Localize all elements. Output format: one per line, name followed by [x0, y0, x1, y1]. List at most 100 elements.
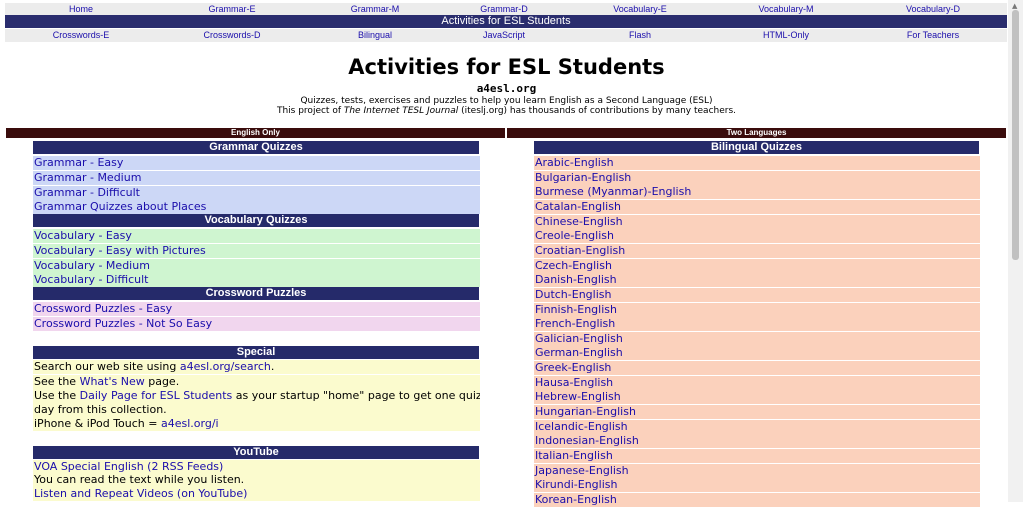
- bilingual-link[interactable]: Czech-English: [535, 259, 612, 272]
- nav-link-second_nav-2[interactable]: Bilingual: [358, 29, 392, 42]
- crossword-not-so-easy-link[interactable]: Crossword Puzzles - Not So Easy: [34, 317, 212, 330]
- bilingual-link[interactable]: Icelandic-English: [535, 420, 628, 433]
- scroll-up-icon[interactable]: ▲: [1012, 2, 1017, 10]
- list-item[interactable]: Hausa-English: [534, 375, 980, 390]
- list-item[interactable]: Danish-English: [534, 273, 980, 288]
- list-item[interactable]: Vocabulary - Easy with Pictures: [33, 244, 480, 258]
- list-item[interactable]: Bulgarian-English: [534, 170, 980, 185]
- grammar-easy-link[interactable]: Grammar - Easy: [34, 156, 123, 169]
- list-item[interactable]: Czech-English: [534, 258, 980, 273]
- text: Search our web site using: [34, 360, 180, 373]
- project-suffix: (iteslj.org) has thousands of contributi…: [458, 106, 737, 116]
- bilingual-link[interactable]: Creole-English: [535, 229, 614, 242]
- list-item[interactable]: Vocabulary - Difficult: [33, 273, 480, 287]
- nav-link-second_nav-1[interactable]: Crosswords-D: [203, 29, 260, 42]
- list-item[interactable]: German-English: [534, 346, 980, 361]
- text: page.: [144, 375, 180, 388]
- special-daily-line: Use the Daily Page for ESL Students as y…: [33, 389, 480, 403]
- scrollbar-thumb[interactable]: [1012, 10, 1019, 260]
- list-item[interactable]: Grammar - Difficult: [33, 186, 480, 200]
- search-link[interactable]: a4esl.org/search: [180, 360, 271, 373]
- whats-new-link[interactable]: What's New: [80, 375, 145, 388]
- bilingual-link[interactable]: Italian-English: [535, 449, 613, 462]
- grammar-difficult-link[interactable]: Grammar - Difficult: [34, 186, 140, 199]
- bilingual-link[interactable]: Danish-English: [535, 273, 617, 286]
- text: See the: [34, 375, 80, 388]
- vocabulary-difficult-link[interactable]: Vocabulary - Difficult: [34, 273, 149, 286]
- list-item[interactable]: Galician-English: [534, 331, 980, 346]
- list-item[interactable]: Hebrew-English: [534, 390, 980, 405]
- list-item[interactable]: French-English: [534, 317, 980, 332]
- list-item[interactable]: Vocabulary - Easy: [33, 229, 480, 243]
- list-item[interactable]: Crossword Puzzles - Easy: [33, 302, 480, 316]
- bilingual-link[interactable]: German-English: [535, 346, 623, 359]
- bilingual-link[interactable]: French-English: [535, 317, 615, 330]
- bilingual-link[interactable]: Catalan-English: [535, 200, 621, 213]
- banner: Activities for ESL Students: [5, 15, 1007, 28]
- page-title: Activities for ESL Students: [348, 55, 665, 79]
- list-item[interactable]: Finnish-English: [534, 302, 980, 317]
- list-item[interactable]: VOA Special English (2 RSS Feeds): [33, 460, 480, 474]
- list-item[interactable]: Crossword Puzzles - Not So Easy: [33, 317, 480, 331]
- list-item[interactable]: Kirundi-English: [534, 478, 980, 493]
- bilingual-link[interactable]: Bulgarian-English: [535, 171, 631, 184]
- vocabulary-medium-link[interactable]: Vocabulary - Medium: [34, 259, 150, 272]
- list-item[interactable]: Grammar Quizzes about Places: [33, 200, 480, 214]
- bilingual-link[interactable]: Chinese-English: [535, 215, 623, 228]
- list-item[interactable]: Greek-English: [534, 361, 980, 376]
- text: .: [270, 360, 275, 373]
- list-item[interactable]: Icelandic-English: [534, 419, 980, 434]
- nav-link-second_nav-5[interactable]: HTML-Only: [763, 29, 809, 42]
- bilingual-link[interactable]: Arabic-English: [535, 156, 614, 169]
- list-item[interactable]: Catalan-English: [534, 199, 980, 214]
- list-item[interactable]: Dutch-English: [534, 287, 980, 302]
- crossword-easy-link[interactable]: Crossword Puzzles - Easy: [34, 302, 172, 315]
- list-item[interactable]: Burmese (Myanmar)-English: [534, 185, 980, 200]
- nav-link-second_nav-3[interactable]: JavaScript: [483, 29, 525, 42]
- list-item[interactable]: Chinese-English: [534, 214, 980, 229]
- column-label-english-only: English Only: [6, 128, 505, 138]
- bilingual-link[interactable]: Greek-English: [535, 361, 611, 374]
- list-item[interactable]: Japanese-English: [534, 463, 980, 478]
- list-item[interactable]: Listen and Repeat Videos (on YouTube): [33, 487, 480, 501]
- grammar-medium-link[interactable]: Grammar - Medium: [34, 171, 141, 184]
- bilingual-link[interactable]: Kirundi-English: [535, 478, 617, 491]
- bilingual-link[interactable]: Finnish-English: [535, 303, 617, 316]
- bilingual-link[interactable]: Japanese-English: [535, 464, 629, 477]
- bilingual-link[interactable]: Hebrew-English: [535, 390, 621, 403]
- bilingual-link[interactable]: Croatian-English: [535, 244, 625, 257]
- daily-page-link[interactable]: Daily Page for ESL Students: [80, 389, 233, 402]
- list-item[interactable]: Vocabulary - Medium: [33, 259, 480, 273]
- column-label-two-languages: Two Languages: [507, 128, 1006, 138]
- list-item[interactable]: Creole-English: [534, 229, 980, 244]
- bilingual-link[interactable]: Indonesian-English: [535, 434, 639, 447]
- list-item[interactable]: Arabic-English: [534, 156, 980, 170]
- list-item[interactable]: Italian-English: [534, 449, 980, 463]
- nav-link-second_nav-4[interactable]: Flash: [629, 29, 651, 42]
- grammar-places-link[interactable]: Grammar Quizzes about Places: [34, 200, 206, 213]
- bilingual-link[interactable]: Korean-English: [535, 493, 617, 506]
- vocabulary-easy-link[interactable]: Vocabulary - Easy: [34, 229, 132, 242]
- iphone-link[interactable]: a4esl.org/i: [161, 417, 219, 430]
- list-item[interactable]: Hungarian-English: [534, 405, 980, 420]
- nav-link-second_nav-0[interactable]: Crosswords-E: [53, 29, 110, 42]
- vocabulary-quizzes-heading: Vocabulary Quizzes: [33, 214, 479, 227]
- list-item[interactable]: Grammar - Easy: [33, 156, 480, 170]
- bilingual-link[interactable]: Hausa-English: [535, 376, 613, 389]
- special-heading: Special: [33, 346, 479, 359]
- scrollbar[interactable]: ▲: [1008, 0, 1023, 502]
- text: as your startup "home" page to get one q…: [232, 389, 480, 402]
- list-item[interactable]: Grammar - Medium: [33, 171, 480, 185]
- list-item[interactable]: Korean-English: [534, 492, 980, 507]
- bilingual-link[interactable]: Dutch-English: [535, 288, 611, 301]
- project-line: This project of The Internet TESL Journa…: [0, 106, 1013, 117]
- listen-repeat-link[interactable]: Listen and Repeat Videos (on YouTube): [34, 487, 247, 500]
- bilingual-link[interactable]: Galician-English: [535, 332, 623, 345]
- list-item[interactable]: Croatian-English: [534, 243, 980, 258]
- bilingual-link[interactable]: Hungarian-English: [535, 405, 636, 418]
- bilingual-link[interactable]: Burmese (Myanmar)-English: [535, 185, 691, 198]
- list-item[interactable]: Indonesian-English: [534, 434, 980, 449]
- nav-link-second_nav-6[interactable]: For Teachers: [907, 29, 959, 42]
- vocabulary-easy-pictures-link[interactable]: Vocabulary - Easy with Pictures: [34, 244, 206, 257]
- voa-link[interactable]: VOA Special English (2 RSS Feeds): [34, 460, 223, 473]
